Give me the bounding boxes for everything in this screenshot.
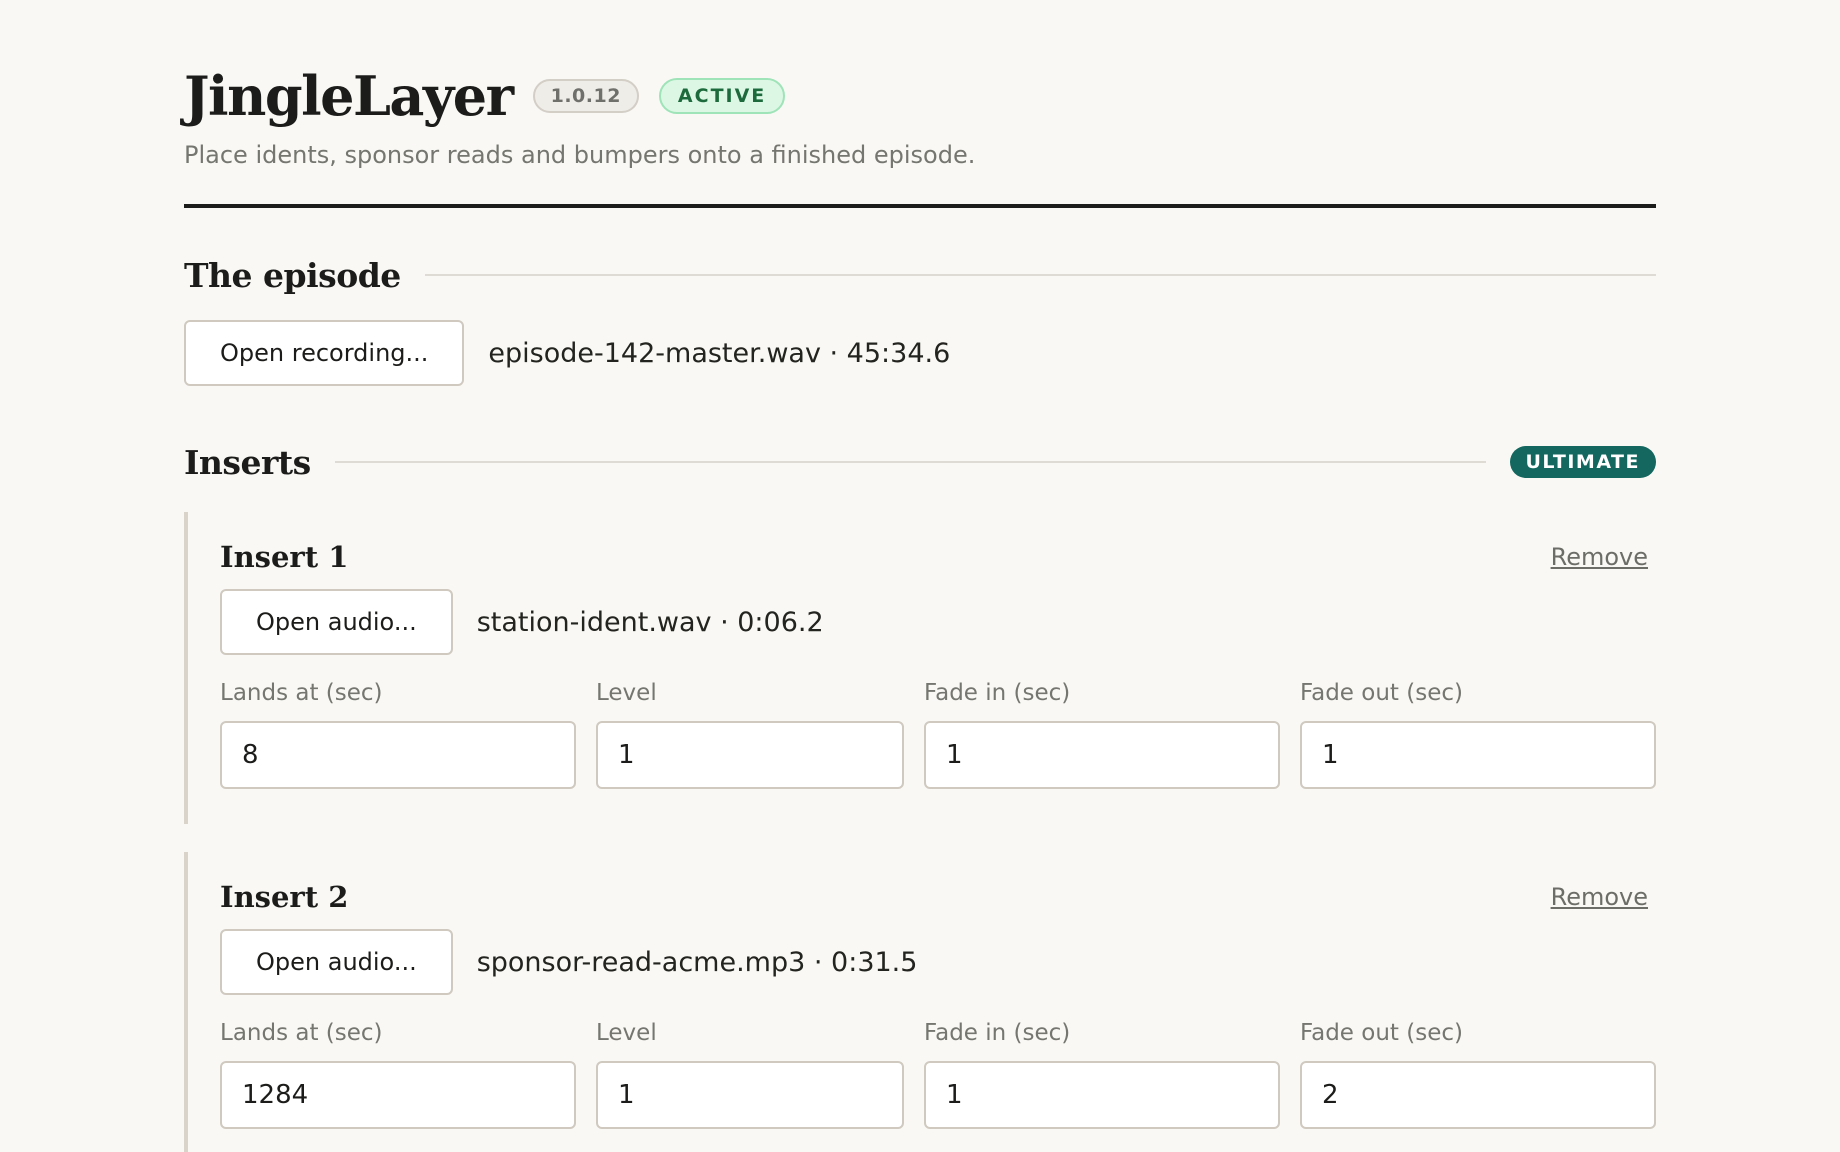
fade-in-label: Fade in (sec) xyxy=(924,680,1071,706)
level-label: Level xyxy=(596,680,657,706)
fade-in-field: Fade in (sec) xyxy=(924,677,1280,789)
fade-out-field: Fade out (sec) xyxy=(1300,677,1656,789)
fade-out-label: Fade out (sec) xyxy=(1300,1020,1463,1046)
header-divider xyxy=(184,204,1656,208)
version-badge: 1.0.12 xyxy=(532,79,639,113)
section-divider xyxy=(334,461,1486,463)
insert-card: Insert 1 Remove Open audio... station-id… xyxy=(184,512,1656,824)
episode-section-header: The episode xyxy=(184,253,1656,297)
insert-fields: Lands at (sec) Level Fade in (sec) Fade … xyxy=(220,1017,1656,1129)
fade-in-input[interactable] xyxy=(924,1061,1280,1129)
app-subtitle: Place idents, sponsor reads and bumpers … xyxy=(184,141,976,169)
inserts-section-title: Inserts xyxy=(184,442,311,482)
episode-file-row: Open recording... episode-142-master.wav… xyxy=(184,320,1656,386)
level-input[interactable] xyxy=(596,1061,904,1129)
app-header: JingleLayer 1.0.12 ACTIVE Place idents, … xyxy=(184,0,1656,208)
open-audio-button[interactable]: Open audio... xyxy=(220,929,453,995)
remove-insert-link[interactable]: Remove xyxy=(1551,883,1648,911)
lands-at-field: Lands at (sec) xyxy=(220,1017,576,1129)
insert-header: Insert 2 Remove xyxy=(220,875,1656,919)
insert-file-row: Open audio... sponsor-read-acme.mp3 · 0:… xyxy=(220,929,1656,995)
level-field: Level xyxy=(596,677,904,789)
lands-at-label: Lands at (sec) xyxy=(220,680,383,706)
fade-in-field: Fade in (sec) xyxy=(924,1017,1280,1129)
app-title: JingleLayer xyxy=(184,64,514,128)
remove-insert-link[interactable]: Remove xyxy=(1551,543,1648,571)
fade-out-label: Fade out (sec) xyxy=(1300,680,1463,706)
episode-file-info: episode-142-master.wav · 45:34.6 xyxy=(488,337,951,369)
lands-at-input[interactable] xyxy=(220,721,576,789)
open-recording-button[interactable]: Open recording... xyxy=(184,320,465,386)
lands-at-label: Lands at (sec) xyxy=(220,1020,383,1046)
fade-out-input[interactable] xyxy=(1300,721,1656,789)
level-input[interactable] xyxy=(596,721,904,789)
episode-section-title: The episode xyxy=(184,255,401,295)
insert-file-row: Open audio... station-ident.wav · 0:06.2 xyxy=(220,589,1656,655)
lands-at-field: Lands at (sec) xyxy=(220,677,576,789)
insert-file-info: station-ident.wav · 0:06.2 xyxy=(476,606,824,638)
insert-title: Insert 2 xyxy=(220,880,349,914)
page: JingleLayer 1.0.12 ACTIVE Place idents, … xyxy=(184,0,1656,1152)
title-row: JingleLayer 1.0.12 ACTIVE xyxy=(184,62,1656,130)
section-divider xyxy=(424,274,1656,276)
status-badge: ACTIVE xyxy=(658,78,786,114)
fade-out-field: Fade out (sec) xyxy=(1300,1017,1656,1129)
fade-in-label: Fade in (sec) xyxy=(924,1020,1071,1046)
ultimate-tier-badge: ULTIMATE xyxy=(1509,446,1656,478)
level-label: Level xyxy=(596,1020,657,1046)
insert-file-info: sponsor-read-acme.mp3 · 0:31.5 xyxy=(476,946,918,978)
open-audio-button[interactable]: Open audio... xyxy=(220,589,453,655)
episode-section: The episode Open recording... episode-14… xyxy=(184,253,1656,386)
fade-in-input[interactable] xyxy=(924,721,1280,789)
insert-card: Insert 2 Remove Open audio... sponsor-re… xyxy=(184,852,1656,1152)
insert-title: Insert 1 xyxy=(220,540,349,574)
inserts-section-header: Inserts ULTIMATE xyxy=(184,440,1656,484)
lands-at-input[interactable] xyxy=(220,1061,576,1129)
fade-out-input[interactable] xyxy=(1300,1061,1656,1129)
level-field: Level xyxy=(596,1017,904,1129)
insert-header: Insert 1 Remove xyxy=(220,535,1656,579)
inserts-section: Inserts ULTIMATE Insert 1 Remove Open au… xyxy=(184,440,1656,1152)
insert-fields: Lands at (sec) Level Fade in (sec) Fade … xyxy=(220,677,1656,789)
